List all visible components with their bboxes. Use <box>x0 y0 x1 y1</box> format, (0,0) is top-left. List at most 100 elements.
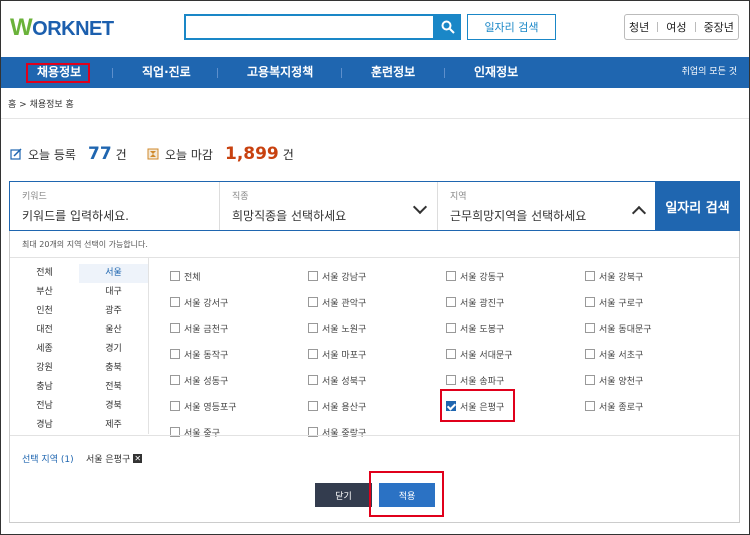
district-checkbox[interactable]: 서울 용산구 <box>308 399 366 413</box>
region-item[interactable]: 부산 <box>10 283 79 302</box>
district-checkbox[interactable]: 서울 강북구 <box>585 269 643 283</box>
close-button[interactable]: 닫기 <box>315 483 372 507</box>
district-checkbox[interactable]: 서울 구로구 <box>585 295 643 309</box>
district-checkbox[interactable]: 서울 강남구 <box>308 269 366 283</box>
district-checkbox[interactable]: 서울 강서구 <box>170 295 228 309</box>
region-item[interactable]: 강원 <box>10 359 79 378</box>
region-item[interactable]: 대전 <box>10 321 79 340</box>
close-icon[interactable]: ✕ <box>133 454 143 463</box>
district-checkbox[interactable]: 서울 동작구 <box>170 347 228 361</box>
checkbox-icon[interactable] <box>585 323 595 333</box>
region-item[interactable]: 제주 <box>79 416 148 435</box>
search-icon[interactable] <box>435 14 461 40</box>
region-select[interactable]: 근무희망지역을 선택하세요 <box>450 207 586 224</box>
selected-region-name: 서울 은평구 <box>86 455 131 465</box>
district-checkbox[interactable]: 서울 성북구 <box>308 373 366 387</box>
selected-region-chip: 서울 은평구 ✕ <box>86 452 143 465</box>
top-search-input[interactable] <box>184 14 435 40</box>
district-checkbox[interactable]: 서울 서초구 <box>585 347 643 361</box>
district-checkbox[interactable]: 서울 노원구 <box>308 321 366 335</box>
region-item[interactable]: 인천 <box>10 302 79 321</box>
district-checkbox[interactable]: 서울 영등포구 <box>170 399 237 413</box>
district-checkbox[interactable]: 서울 서대문구 <box>446 347 513 361</box>
region-item[interactable]: 세종 <box>10 340 79 359</box>
region-item[interactable]: 광주 <box>79 302 148 321</box>
nav-item-career[interactable]: 직업·진로 <box>142 57 191 88</box>
checkbox-icon[interactable] <box>446 375 456 385</box>
region-item[interactable]: 경기 <box>79 340 148 359</box>
region-item[interactable]: 전북 <box>79 378 148 397</box>
checkbox-icon[interactable] <box>170 401 180 411</box>
district-checkbox[interactable]: 서울 양천구 <box>585 373 643 387</box>
checkbox-icon[interactable] <box>308 349 318 359</box>
district-checkbox[interactable]: 서울 금천구 <box>170 321 228 335</box>
occupation-select[interactable]: 희망직종을 선택하세요 <box>232 207 346 224</box>
district-checkbox[interactable]: 서울 광진구 <box>446 295 504 309</box>
logo-mark: W <box>10 14 33 41</box>
checkbox-icon[interactable] <box>585 349 595 359</box>
selected-regions-label: 선택 지역 (1) <box>22 455 74 465</box>
unit-label: 건 <box>282 147 294 162</box>
district-checkbox[interactable]: 서울 강동구 <box>446 269 504 283</box>
region-item[interactable]: 충북 <box>79 359 148 378</box>
region-item[interactable]: 전남 <box>10 397 79 416</box>
nav-item-welfare[interactable]: 고용복지정책 <box>247 57 313 88</box>
district-checkbox[interactable]: 서울 도봉구 <box>446 321 504 335</box>
district-checkbox[interactable]: 서울 중구 <box>170 425 220 439</box>
checkbox-icon[interactable] <box>446 297 456 307</box>
region-item[interactable]: 서울 <box>79 264 148 283</box>
job-search-submit-button[interactable]: 일자리 검색 <box>655 181 740 231</box>
tab-youth[interactable]: 청년 <box>629 19 649 35</box>
checkbox-icon[interactable] <box>170 349 180 359</box>
checkbox-icon[interactable] <box>308 323 318 333</box>
today-registered-stat: 오늘 등록 77 건 <box>10 144 127 164</box>
region-item[interactable]: 울산 <box>79 321 148 340</box>
region-item[interactable]: 대구 <box>79 283 148 302</box>
breadcrumb-home[interactable]: 홈 <box>8 100 16 110</box>
district-checkbox[interactable]: 서울 송파구 <box>446 373 504 387</box>
checkbox-icon[interactable] <box>585 375 595 385</box>
district-checkbox[interactable]: 서울 종로구 <box>585 399 643 413</box>
tab-women[interactable]: 여성 <box>666 19 686 35</box>
checkbox-icon[interactable] <box>308 375 318 385</box>
checkbox-icon[interactable] <box>308 297 318 307</box>
checkbox-icon[interactable] <box>585 271 595 281</box>
region-field[interactable]: 지역 근무희망지역을 선택하세요 <box>438 182 656 230</box>
district-checkbox[interactable]: 전체 <box>170 269 201 283</box>
checkbox-icon[interactable] <box>446 349 456 359</box>
checkbox-icon[interactable] <box>446 271 456 281</box>
checkbox-icon[interactable] <box>170 297 180 307</box>
region-item[interactable]: 전체 <box>10 264 79 283</box>
district-checkbox[interactable]: 서울 동대문구 <box>585 321 652 335</box>
checkbox-icon[interactable] <box>308 401 318 411</box>
keyword-input[interactable]: 키워드를 입력하세요. <box>22 207 129 224</box>
checkbox-icon[interactable] <box>170 271 180 281</box>
checkbox-icon[interactable] <box>308 271 318 281</box>
checkbox-icon[interactable] <box>585 401 595 411</box>
district-checkbox[interactable]: 서울 성동구 <box>170 373 228 387</box>
region-item[interactable]: 충남 <box>10 378 79 397</box>
checkbox-icon[interactable] <box>446 323 456 333</box>
occupation-field[interactable]: 직종 희망직종을 선택하세요 <box>220 182 438 230</box>
breadcrumb-current: 채용정보 홈 <box>29 100 74 110</box>
today-registered-count[interactable]: 77 <box>88 144 112 164</box>
district-checkbox[interactable]: 서울 관악구 <box>308 295 366 309</box>
checkbox-icon[interactable] <box>170 375 180 385</box>
keyword-field[interactable]: 키워드 키워드를 입력하세요. <box>10 182 220 230</box>
nav-item-training[interactable]: 훈련정보 <box>371 57 415 88</box>
tab-middle-aged[interactable]: 중장년 <box>704 19 734 35</box>
region-item[interactable]: 경남 <box>10 416 79 435</box>
district-checkbox[interactable]: 서울 중랑구 <box>308 425 366 439</box>
chevron-down-icon <box>412 199 428 215</box>
today-closing-count[interactable]: 1,899 <box>225 144 279 164</box>
nav-all-services[interactable]: 취업의 모든 것 <box>682 57 737 88</box>
top-job-search-button[interactable]: 일자리 검색 <box>467 14 556 40</box>
district-checkbox[interactable]: 서울 마포구 <box>308 347 366 361</box>
checkbox-icon[interactable] <box>585 297 595 307</box>
nav-item-talent[interactable]: 인재정보 <box>474 57 518 88</box>
checkbox-icon[interactable] <box>170 323 180 333</box>
workernet-logo[interactable]: WORKNET <box>10 14 114 42</box>
region-item[interactable]: 경북 <box>79 397 148 416</box>
divider <box>112 68 113 78</box>
district-label: 서울 서초구 <box>599 350 644 361</box>
